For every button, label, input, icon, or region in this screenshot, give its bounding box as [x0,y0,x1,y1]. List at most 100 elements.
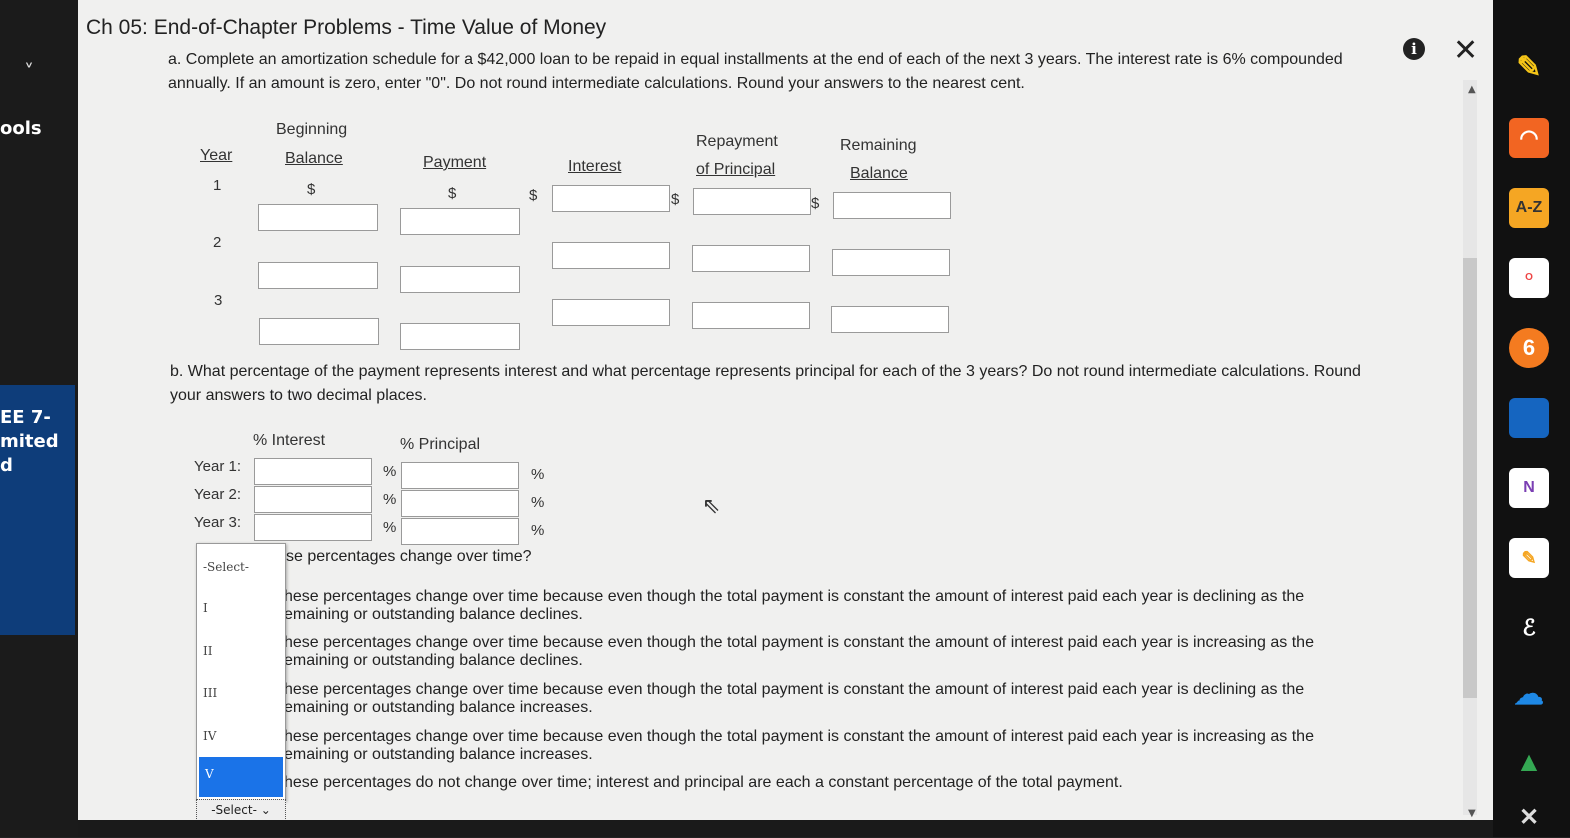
pct-sign: % [531,522,545,539]
year3-pct-principal-input[interactable] [401,518,519,545]
year1-pct-principal-input[interactable] [401,462,519,489]
option-line: emaining or outstanding balance increase… [284,746,593,763]
dropdown-option[interactable]: I [203,601,208,615]
year1-remaining-balance-input[interactable] [833,192,951,219]
office-icon[interactable]: O [1509,258,1549,298]
option-text: hese percentages change over time becaus… [284,634,1434,670]
dollar-sign: $ [307,181,316,198]
left-sidebar: ˅ ools EE 7- mited d [0,0,78,837]
book-icon[interactable] [1509,398,1549,438]
year3-remaining-balance-input[interactable] [831,306,949,333]
close-icon[interactable]: ✕ [1453,33,1478,68]
year-label: 1 [213,177,222,194]
pencil-icon[interactable]: ✎ [1509,48,1549,88]
pct-year-label: Year 1: [194,458,241,475]
info-icon[interactable]: i [1403,38,1425,60]
dollar-sign: $ [529,187,538,204]
col-payment: Payment [423,154,487,171]
dropdown-option[interactable]: III [203,686,217,700]
option-line: emaining or outstanding balance declines… [284,606,583,623]
dropdown-option-label: V [205,767,214,781]
dropdown-option[interactable]: IV [203,729,216,743]
year1-payment-input[interactable] [400,208,520,235]
tools-label[interactable]: ools [0,118,42,139]
taskbar [78,820,1493,837]
year1-interest-input[interactable] [552,185,670,212]
option-text: hese percentages change over time becaus… [284,588,1434,624]
answer-dropdown-list[interactable]: -Select- I II III IV V [196,543,286,801]
az-icon[interactable]: A-Z [1509,188,1549,228]
sticky-note-icon[interactable]: ✎ [1509,538,1549,578]
pct-sign: % [531,494,545,511]
dropdown-header[interactable]: -Select- [203,560,249,574]
year3-pct-interest-input[interactable] [254,514,372,541]
problem-panel: Ch 05: End-of-Chapter Problems - Time Va… [78,0,1493,837]
assignment-line: EE 7- [0,407,51,428]
part-c-question: se percentages change over time? [286,548,532,565]
dollar-sign: $ [448,185,457,202]
pct-year-label: Year 2: [194,486,241,503]
dollar-sign: $ [811,195,820,212]
col-remaining-line1: Remaining [840,137,917,154]
part-a-question: a. Complete an amortization schedule for… [168,51,1343,92]
dollar-sign: $ [671,191,680,208]
year3-interest-input[interactable] [552,299,670,326]
pct-sign: % [531,466,545,483]
year-label: 2 [213,234,222,251]
dropdown-option-highlighted[interactable]: V [199,757,283,797]
year2-remaining-balance-input[interactable] [832,249,950,276]
onenote-icon[interactable]: N [1509,468,1549,508]
part-b-question: b. What percentage of the payment repres… [170,363,1361,404]
option-line: hese percentages do not change over time… [284,774,1123,791]
year2-payment-input[interactable] [400,266,520,293]
year1-beginning-balance-input[interactable] [258,204,378,231]
select-value: -Select- [211,803,257,817]
col-year: Year [200,147,233,164]
scroll-down-icon[interactable]: ▼ [1468,808,1476,819]
year1-pct-interest-input[interactable] [254,458,372,485]
year1-repayment-input[interactable] [693,188,811,215]
circle-six-icon[interactable]: 6 [1509,328,1549,368]
option-line: emaining or outstanding balance declines… [284,652,583,669]
col-beginning-line2: Balance [285,150,343,167]
option-line: hese percentages change over time becaus… [284,634,1314,651]
assignment-line: mited [0,431,59,452]
year3-payment-input[interactable] [400,323,520,350]
voice-icon[interactable]: ℰ [1509,608,1549,648]
dropdown-option[interactable]: II [203,644,212,658]
option-text: hese percentages change over time becaus… [284,681,1434,717]
year2-beginning-balance-input[interactable] [258,262,378,289]
option-line: hese percentages change over time becaus… [284,681,1305,698]
option-text: hese percentages do not change over time… [284,774,1434,792]
mouse-cursor-icon: ⇖ [702,494,721,519]
chevron-down-icon[interactable]: ˅ [24,60,34,84]
assignment-line: d [0,455,13,476]
scroll-up-icon[interactable]: ▲ [1468,84,1476,95]
year3-repayment-input[interactable] [692,302,810,329]
col-pct-interest: % Interest [253,432,326,449]
cloud-icon[interactable]: ☁ [1509,675,1549,715]
col-repayment-line1: Repayment [696,133,778,150]
year2-pct-interest-input[interactable] [254,486,372,513]
col-beginning-line1: Beginning [276,121,348,138]
option-line: emaining or outstanding balance increase… [284,699,593,716]
pct-sign: % [383,519,397,536]
year2-interest-input[interactable] [552,242,670,269]
col-remaining-line2: Balance [850,165,908,182]
year2-pct-principal-input[interactable] [401,490,519,517]
option-text: hese percentages change over time becaus… [284,728,1434,764]
option-line: hese percentages change over time becaus… [284,728,1314,745]
year3-beginning-balance-input[interactable] [259,318,379,345]
option-line: hese percentages change over time becaus… [284,588,1305,605]
rss-icon[interactable]: ◠ [1509,118,1549,158]
year2-repayment-input[interactable] [692,245,810,272]
pct-year-label: Year 3: [194,514,241,531]
pct-sign: % [383,491,397,508]
col-interest: Interest [568,158,622,175]
scrollbar-thumb[interactable] [1463,258,1477,698]
x-icon[interactable]: ✕ [1509,798,1549,838]
answer-select[interactable]: -Select- ⌄ [196,799,286,821]
drive-icon[interactable]: ▲ [1509,742,1549,782]
pct-sign: % [383,463,397,480]
col-repayment-line2: of Principal [696,161,776,178]
